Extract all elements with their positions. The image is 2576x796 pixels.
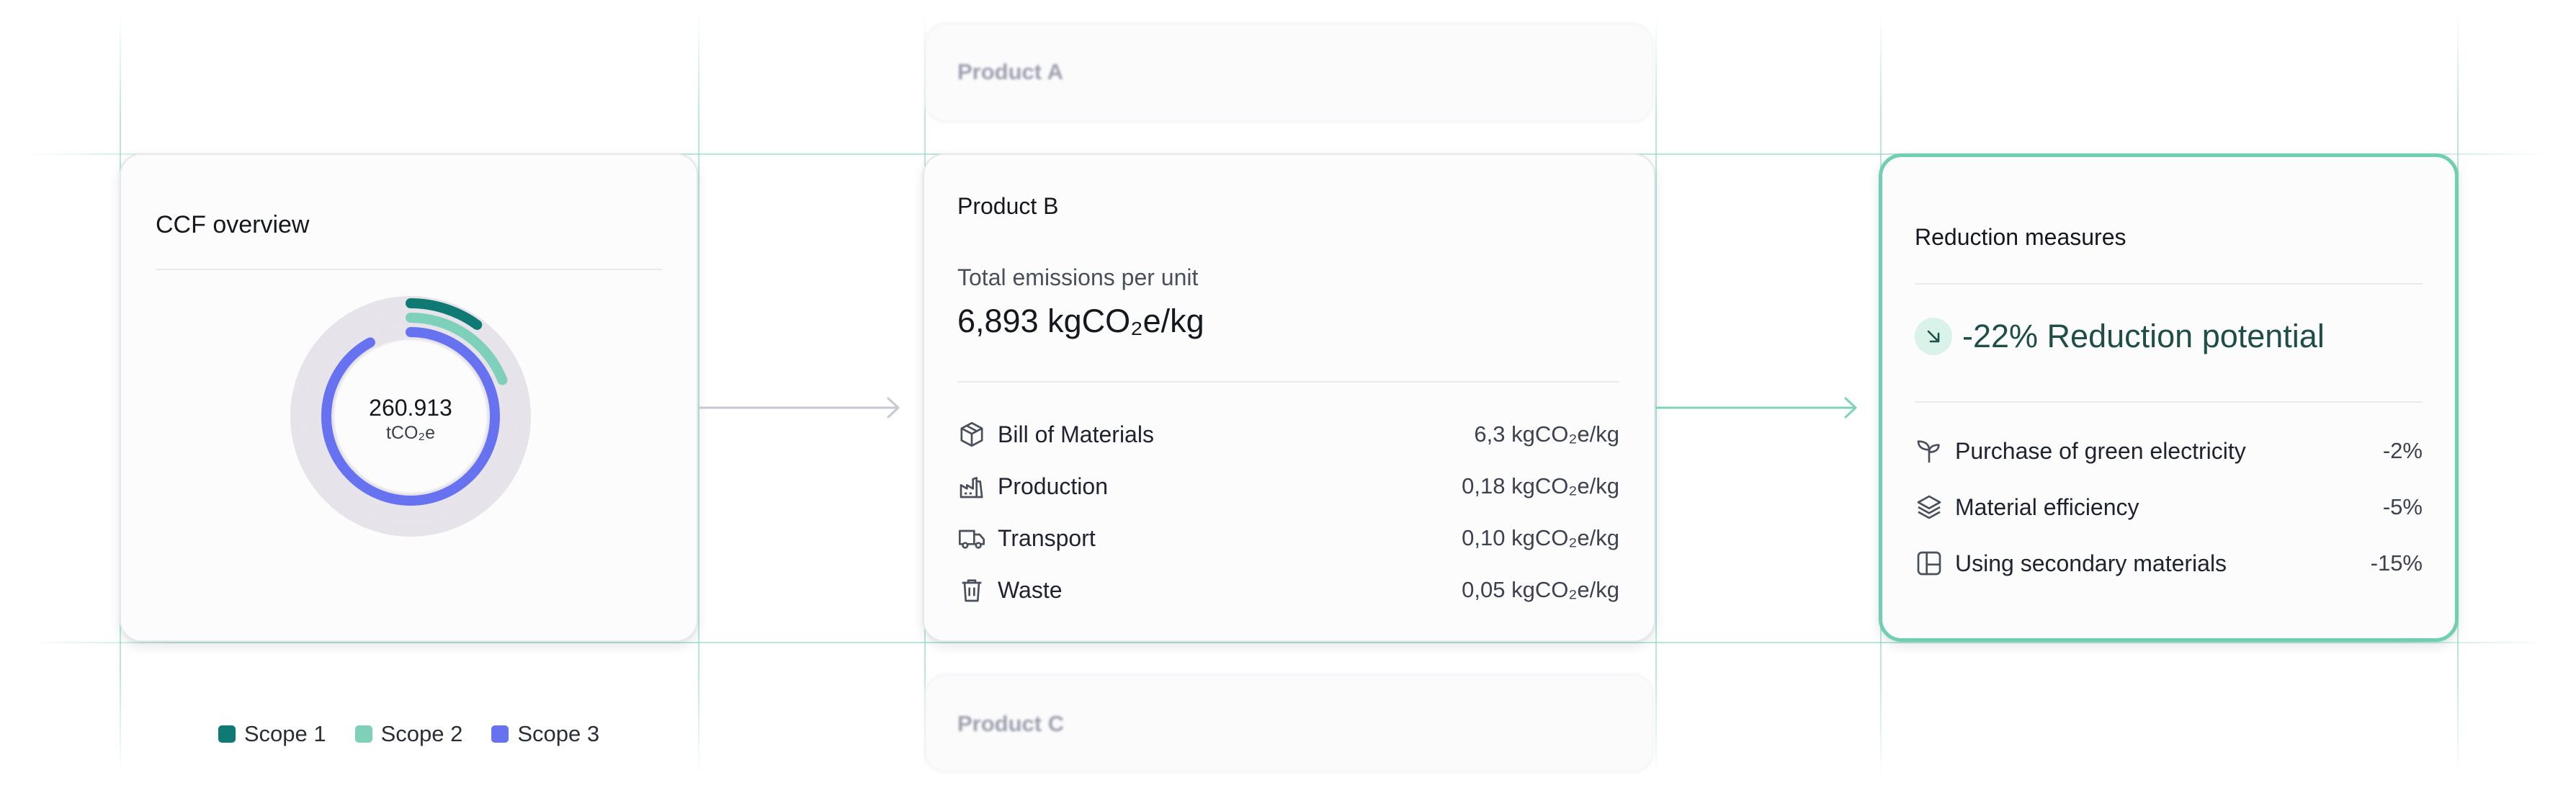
workflow-canvas: Product A Product C CCF overview 260.913… [0, 0, 2576, 796]
row-label: Waste [998, 576, 1063, 603]
arrow-right-icon [1655, 397, 1857, 419]
trash-icon [962, 579, 982, 602]
legend-label: Scope 1 [243, 721, 326, 746]
row-label: Purchase of green electricity [1955, 437, 2246, 464]
legend-item-scope-2: Scope 2 [354, 721, 463, 747]
row-value: 0,05 kgCO₂e/kg [1462, 577, 1619, 602]
panel-icon [1917, 551, 1941, 576]
row-label: Transport [998, 524, 1096, 551]
reduction-potential-text: -22% Reduction potential [1962, 318, 2325, 354]
legend-item-scope-3: Scope 3 [491, 721, 599, 747]
measure-row-material-efficiency[interactable]: Material efficiency -5% [1915, 491, 2423, 523]
card-title: Reduction measures [1915, 224, 2126, 250]
guide-line [29, 642, 2547, 643]
legend-swatch [354, 725, 372, 743]
divider [1915, 283, 2423, 285]
row-label: Bill of Materials [998, 421, 1154, 447]
emission-row-production[interactable]: Production 0,18 kgCO₂e/kg [957, 470, 1619, 502]
divider [1915, 401, 2423, 403]
legend-swatch [218, 725, 236, 743]
product-c-label: Product C [957, 711, 1065, 736]
row-label: Using secondary materials [1955, 550, 2227, 576]
scope-legend: Scope 1 Scope 2 Scope 3 [121, 721, 697, 747]
divider [957, 381, 1619, 383]
emission-row-bom[interactable]: Bill of Materials 6,3 kgCO₂e/kg [957, 419, 1619, 450]
legend-swatch [491, 725, 509, 743]
row-label: Material efficiency [1955, 493, 2139, 520]
arrow-right-icon [698, 397, 900, 419]
box-icon [960, 421, 983, 447]
card-title: Product B [957, 193, 1059, 219]
arrow-down-right-icon [1915, 318, 1952, 355]
total-emissions-unit: tCO₂e [385, 423, 436, 443]
product-a-label: Product A [957, 59, 1063, 84]
ccf-overview-card[interactable]: CCF overview 260.913 tCO₂e Scope 1 Scope… [120, 153, 698, 746]
row-value: 6,3 kgCO₂e/kg [1474, 421, 1619, 447]
emissions-label: Total emissions per unit [957, 264, 1199, 290]
legend-item-scope-1: Scope 1 [218, 721, 326, 747]
measure-row-green-electricity[interactable]: Purchase of green electricity -2% [1915, 435, 2423, 467]
measure-row-secondary-materials[interactable]: Using secondary materials -15% [1915, 547, 2423, 579]
sprout-icon [1917, 440, 1940, 463]
row-value: 0,18 kgCO₂e/kg [1462, 473, 1619, 498]
emission-row-transport[interactable]: Transport 0,10 kgCO₂e/kg [957, 522, 1619, 554]
legend-label: Scope 2 [380, 721, 463, 746]
reduction-measures-card[interactable]: Reduction measures -22% Reduction potent… [1879, 153, 2459, 642]
legend-label: Scope 3 [517, 721, 600, 746]
row-value: -5% [2382, 494, 2423, 519]
row-label: Production [998, 473, 1108, 499]
total-emissions-value: 260.913 [369, 395, 452, 421]
reduction-potential: -22% Reduction potential [1915, 318, 2325, 355]
product-card-c[interactable]: Product C [924, 674, 1654, 773]
row-value: 0,10 kgCO₂e/kg [1462, 525, 1619, 550]
emission-row-waste[interactable]: Waste 0,05 kgCO₂e/kg [957, 574, 1619, 606]
layers-icon [1917, 495, 1941, 519]
truck-icon [959, 529, 985, 549]
divider [156, 269, 662, 270]
row-value: -2% [2382, 438, 2423, 463]
product-card-b[interactable]: Product B Total emissions per unit 6,893… [923, 153, 1655, 642]
factory-icon [960, 477, 983, 498]
emissions-value: 6,893 kgCO₂e/kg [957, 303, 1204, 339]
row-value: -15% [2370, 550, 2423, 576]
product-card-a[interactable]: Product A [924, 23, 1654, 122]
card-title: CCF overview [156, 211, 310, 238]
donut-center-label: 260.913 tCO₂e [324, 395, 497, 444]
